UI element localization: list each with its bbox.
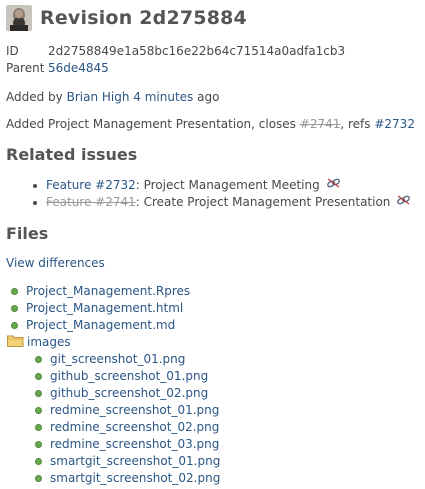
file-icon xyxy=(35,356,42,363)
file-tree: Project_Management.Rpres Project_Managem… xyxy=(7,283,220,487)
folder-item: images xyxy=(7,334,220,351)
refs-issue-link[interactable]: #2732 xyxy=(374,117,415,131)
files-heading: Files xyxy=(6,224,49,243)
related-issue-subject: : Create Project Management Presentation xyxy=(135,195,391,209)
file-icon xyxy=(35,458,42,465)
related-issue-link[interactable]: Feature #2741 xyxy=(46,195,136,209)
file-icon xyxy=(35,390,42,397)
parent-label: Parent xyxy=(6,61,45,75)
file-item: smartgit_screenshot_01.png xyxy=(7,453,220,470)
avatar xyxy=(6,5,32,31)
file-icon xyxy=(35,407,42,414)
file-icon xyxy=(35,475,42,482)
file-link[interactable]: Project_Management.md xyxy=(26,317,175,334)
file-icon xyxy=(35,424,42,431)
file-icon xyxy=(11,322,18,329)
added-by-line: Added by Brian High 4 minutes ago xyxy=(6,89,219,105)
file-link[interactable]: Project_Management.Rpres xyxy=(26,283,190,300)
file-item: Project_Management.md xyxy=(7,317,220,334)
time-link[interactable]: 4 minutes xyxy=(133,90,193,104)
file-link[interactable]: github_screenshot_02.png xyxy=(50,385,208,402)
file-item: Project_Management.html xyxy=(7,300,220,317)
revision-id: 2d2758849e1a58bc16e22b64c71514a0adfa1cb3 xyxy=(48,44,346,58)
author-link[interactable]: Brian High xyxy=(67,90,130,104)
file-link[interactable]: github_screenshot_01.png xyxy=(50,368,208,385)
file-icon xyxy=(35,441,42,448)
file-item: git_screenshot_01.png xyxy=(7,351,220,368)
file-item: Project_Management.Rpres xyxy=(7,283,220,300)
file-link[interactable]: redmine_screenshot_01.png xyxy=(50,402,219,419)
folder-icon xyxy=(7,334,24,352)
file-item: github_screenshot_02.png xyxy=(7,385,220,402)
file-link[interactable]: redmine_screenshot_02.png xyxy=(50,419,219,436)
related-issue-item: Feature #2732: Project Management Meetin… xyxy=(31,177,411,194)
file-item: github_screenshot_01.png xyxy=(7,368,220,385)
related-issue-subject: : Project Management Meeting xyxy=(135,178,320,192)
revision-header: Revision 2d275884 xyxy=(6,5,247,31)
file-link[interactable]: smartgit_screenshot_02.png xyxy=(50,470,220,487)
added-by-prefix: Added by xyxy=(6,90,63,104)
folder-link[interactable]: images xyxy=(27,334,71,351)
file-icon xyxy=(35,373,42,380)
page-title: Revision 2d275884 xyxy=(40,7,247,29)
file-item: redmine_screenshot_01.png xyxy=(7,402,220,419)
file-link[interactable]: redmine_screenshot_03.png xyxy=(50,436,219,453)
file-link[interactable]: smartgit_screenshot_01.png xyxy=(50,453,220,470)
file-item: redmine_screenshot_03.png xyxy=(7,436,220,453)
file-link[interactable]: Project_Management.html xyxy=(26,300,183,317)
closes-issue-link[interactable]: #2741 xyxy=(300,117,341,131)
file-item: smartgit_screenshot_02.png xyxy=(7,470,220,487)
revision-meta: ID 2d2758849e1a58bc16e22b64c71514a0adfa1… xyxy=(6,43,345,77)
unlink-icon[interactable] xyxy=(326,177,341,194)
unlink-icon[interactable] xyxy=(396,194,411,211)
message-text-1: Added Project Management Presentation, c… xyxy=(6,117,296,131)
id-label: ID xyxy=(6,44,19,58)
file-icon xyxy=(11,288,18,295)
view-differences-link[interactable]: View differences xyxy=(6,255,105,271)
related-issue-item: Feature #2741: Create Project Management… xyxy=(31,194,411,211)
related-issue-link[interactable]: Feature #2732 xyxy=(46,178,136,192)
parent-revision-link[interactable]: 56de4845 xyxy=(48,60,109,77)
added-by-suffix: ago xyxy=(197,90,220,104)
file-item: redmine_screenshot_02.png xyxy=(7,419,220,436)
related-issues-heading: Related issues xyxy=(6,145,138,164)
commit-message: Added Project Management Presentation, c… xyxy=(6,116,415,132)
message-text-2: , refs xyxy=(340,117,371,131)
file-icon xyxy=(11,305,18,312)
file-link[interactable]: git_screenshot_01.png xyxy=(50,351,185,368)
related-issues-list: Feature #2732: Project Management Meetin… xyxy=(31,177,411,211)
